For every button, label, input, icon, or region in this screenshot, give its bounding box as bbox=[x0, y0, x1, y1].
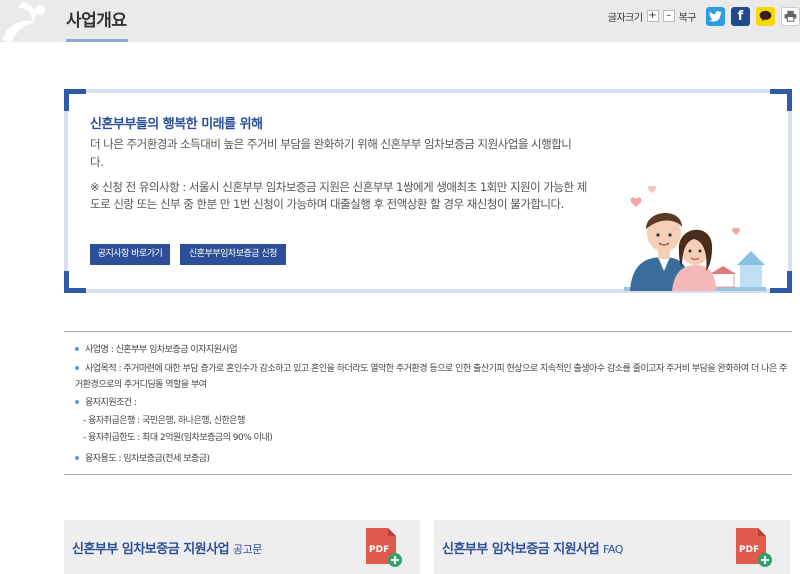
kakaotalk-icon[interactable] bbox=[756, 6, 775, 26]
card-title: 신혼부부 임차보증금 지원사업 공고문 bbox=[72, 538, 262, 557]
intro-note: ※ 신청 전 유의사항 : 서울시 신혼부부 임차보증금 지원은 신혼부부 1쌍… bbox=[90, 180, 587, 211]
pdf-download-icon[interactable]: PDF bbox=[734, 528, 772, 568]
notice-link-button[interactable]: 공지사항 바로가기 bbox=[90, 244, 170, 265]
page-title: 사업개요 bbox=[66, 11, 127, 31]
bullet-icon bbox=[75, 399, 79, 404]
info-conditions: 융자지원조건 : bbox=[75, 395, 137, 411]
info-conditions-text: 융자지원조건 : bbox=[85, 398, 137, 408]
info-limit: - 융자취급한도 : 최대 2억원(임차보증금의 90% 이내) bbox=[83, 433, 273, 443]
font-increase-button[interactable]: + bbox=[646, 10, 659, 22]
intro-title: 신혼부부들의 행복한 미래를 위해 bbox=[90, 117, 263, 132]
info-usage-text: 융자용도 : 임차보증금(전세 보증금) bbox=[85, 454, 210, 464]
svg-text:PDF: PDF bbox=[369, 545, 389, 555]
title-underline bbox=[66, 39, 128, 42]
info-banks: - 융자취급은행 : 국민은행, 하나은행, 신한은행 bbox=[83, 416, 245, 426]
print-icon[interactable] bbox=[781, 6, 800, 26]
page-header: 사업개요 글자크기 + – 복구 f bbox=[0, 0, 800, 42]
facebook-icon[interactable]: f bbox=[731, 6, 750, 26]
info-purpose: 사업목적 : 주거마련에 대한 부담 증가로 혼인수가 감소하고 있고 혼인을 … bbox=[75, 361, 790, 393]
font-decrease-button[interactable]: – bbox=[662, 10, 675, 22]
card-title: 신혼부부 임차보증금 지원사업 FAQ bbox=[442, 538, 623, 557]
card-suffix: 공고문 bbox=[233, 543, 262, 556]
info-name-text: 사업명 : 신혼부부 임차보증금 이자지원사업 bbox=[85, 345, 238, 355]
couple-illustration bbox=[624, 185, 766, 291]
svg-text:PDF: PDF bbox=[739, 545, 759, 555]
faq-pdf-card[interactable]: 신혼부부 임차보증금 지원사업 FAQ PDF bbox=[434, 520, 790, 574]
bullet-icon bbox=[75, 346, 79, 351]
frame-corner bbox=[64, 89, 86, 111]
twitter-icon[interactable] bbox=[706, 6, 725, 26]
info-usage: 융자용도 : 임차보증금(전세 보증금) bbox=[75, 451, 210, 467]
frame-corner bbox=[770, 271, 792, 293]
pdf-download-icon[interactable]: PDF bbox=[364, 528, 402, 568]
project-info: 사업명 : 신혼부부 임차보증금 이자지원사업 사업목적 : 주거마련에 대한 … bbox=[64, 331, 792, 475]
info-purpose-text: 사업목적 : 주거마련에 대한 부담 증가로 혼인수가 감소하고 있고 혼인을 … bbox=[75, 364, 787, 390]
apply-button[interactable]: 신혼부부임차보증금 신청 bbox=[180, 244, 286, 265]
intro-description: 더 나은 주거환경과 소득대비 높은 주거비 부담을 완화하기 위해 신혼부부 … bbox=[90, 137, 572, 169]
font-reset-button[interactable]: 복구 bbox=[679, 9, 697, 24]
info-name: 사업명 : 신혼부부 임차보증금 이자지원사업 bbox=[75, 342, 238, 358]
font-size-label: 글자크기 bbox=[607, 12, 643, 24]
notice-pdf-card[interactable]: 신혼부부 임차보증금 지원사업 공고문 PDF bbox=[64, 520, 420, 574]
intro-box: 신혼부부들의 행복한 미래를 위해 더 나은 주거환경과 소득대비 높은 주거비… bbox=[64, 89, 792, 293]
frame-corner bbox=[770, 89, 792, 111]
card-title-text: 신혼부부 임차보증금 지원사업 bbox=[72, 542, 230, 557]
bullet-icon bbox=[75, 365, 79, 370]
card-suffix: FAQ bbox=[603, 543, 623, 556]
header-tools: 글자크기 + – 복구 f bbox=[608, 5, 800, 27]
logo-swirl-icon bbox=[2, 2, 45, 42]
bullet-icon bbox=[75, 455, 79, 460]
card-title-text: 신혼부부 임차보증금 지원사업 bbox=[442, 542, 600, 557]
frame-corner bbox=[64, 271, 86, 293]
